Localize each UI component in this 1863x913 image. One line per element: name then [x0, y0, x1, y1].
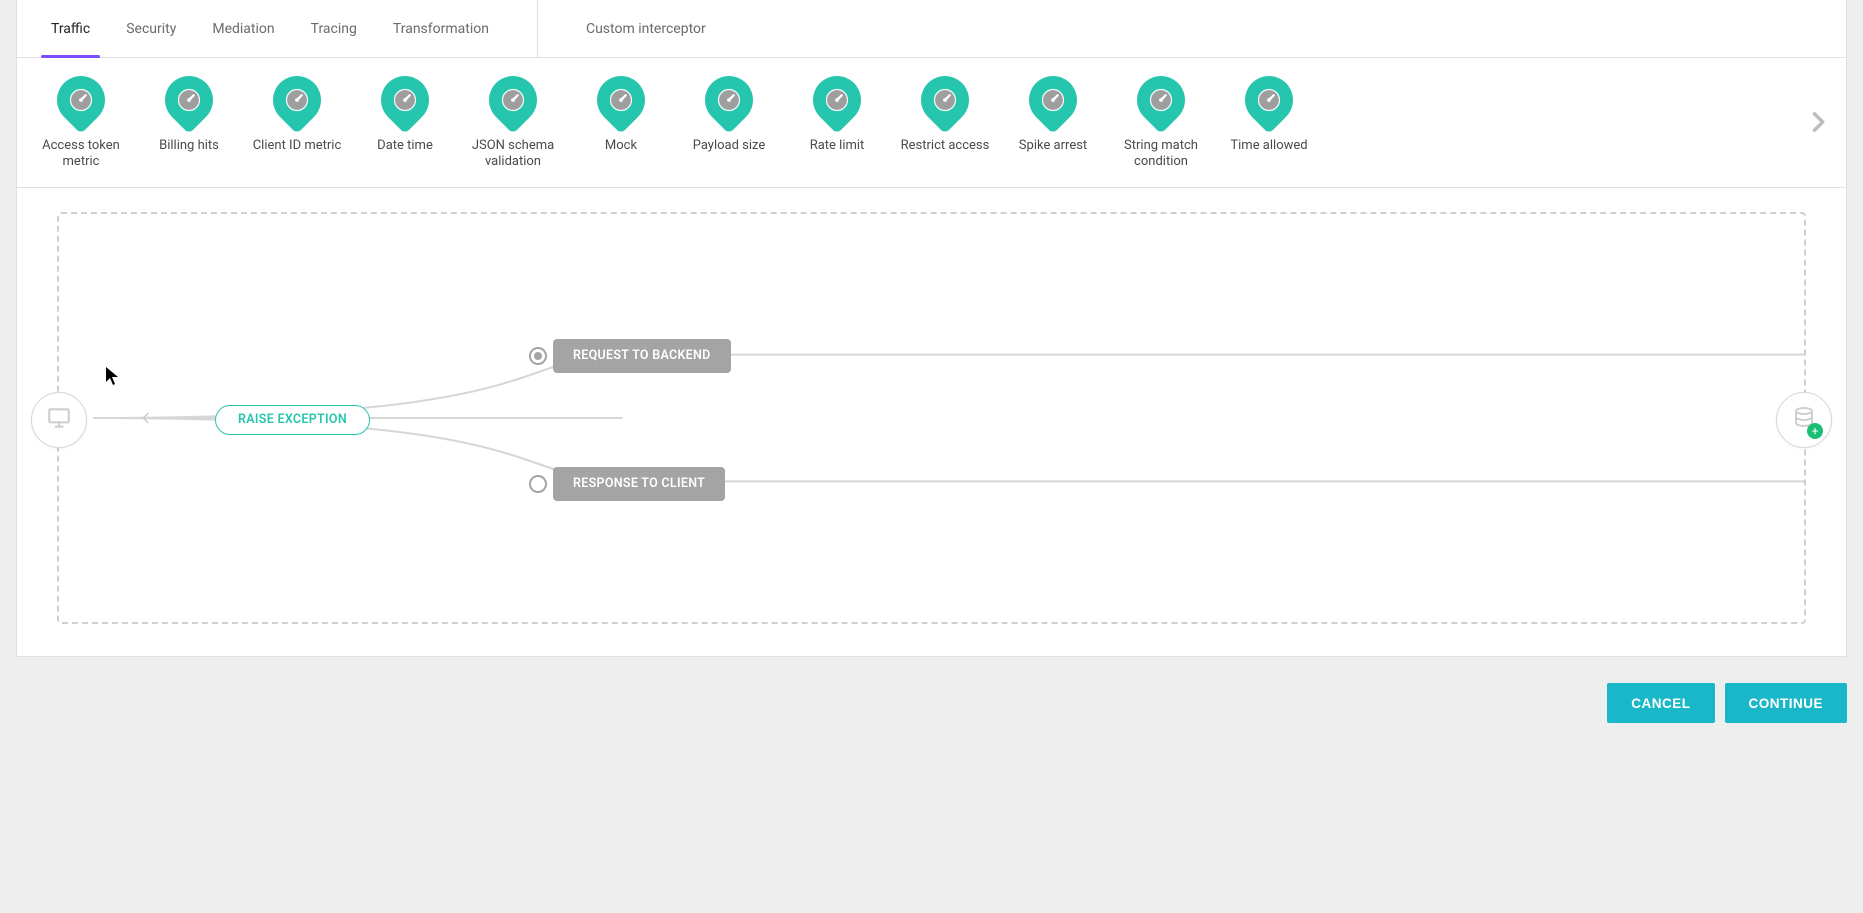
- policy-string-match-condition[interactable]: String match condition: [1107, 74, 1215, 171]
- tab-tracing[interactable]: Tracing: [293, 0, 375, 57]
- policy-rate-limit[interactable]: Rate limit: [783, 74, 891, 154]
- tab-transformation[interactable]: Transformation: [375, 0, 507, 57]
- client-node[interactable]: [31, 392, 87, 448]
- tabs-divider: [537, 0, 538, 57]
- gauge-icon: [155, 66, 223, 134]
- tab-label: Tracing: [311, 21, 357, 37]
- policy-label: Rate limit: [810, 138, 865, 154]
- response-lane-badge[interactable]: RESPONSE TO CLIENT: [553, 467, 725, 501]
- policy-label: Payload size: [693, 138, 766, 154]
- cursor-icon: [105, 366, 121, 386]
- gauge-icon: [47, 66, 115, 134]
- flow-canvas[interactable]: + REQUEST TO BACKEND RESPONSE TO CLIENT …: [57, 212, 1806, 624]
- tab-label: Mediation: [212, 21, 274, 37]
- policy-label: JSON schema validation: [461, 138, 565, 171]
- response-lane-radio[interactable]: [529, 475, 547, 493]
- monitor-icon: [46, 405, 72, 435]
- policy-label: Mock: [605, 138, 637, 154]
- gauge-icon: [695, 66, 763, 134]
- policy-billing-hits[interactable]: Billing hits: [135, 74, 243, 154]
- policy-access-token-metric[interactable]: Access token metric: [27, 74, 135, 171]
- chevron-right-icon[interactable]: [1800, 98, 1836, 146]
- gauge-icon: [1019, 66, 1087, 134]
- button-label: CONTINUE: [1749, 696, 1824, 711]
- request-lane-radio[interactable]: [529, 347, 547, 365]
- policy-payload-size[interactable]: Payload size: [675, 74, 783, 154]
- policy-mock[interactable]: Mock: [567, 74, 675, 154]
- plus-icon: +: [1807, 423, 1823, 439]
- policy-spike-arrest[interactable]: Spike arrest: [999, 74, 1107, 154]
- tab-label: Security: [126, 21, 176, 37]
- policy-client-id-metric[interactable]: Client ID metric: [243, 74, 351, 154]
- gauge-icon: [263, 66, 331, 134]
- policy-label: Client ID metric: [253, 138, 342, 154]
- gauge-icon: [587, 66, 655, 134]
- policy-time-allowed[interactable]: Time allowed: [1215, 74, 1323, 154]
- policy-label: String match condition: [1109, 138, 1213, 171]
- gauge-icon: [1127, 66, 1195, 134]
- tab-custom-interceptor[interactable]: Custom interceptor: [568, 0, 724, 57]
- footer-actions: CANCEL CONTINUE: [0, 657, 1863, 749]
- backend-node[interactable]: +: [1776, 392, 1832, 448]
- tab-label: Traffic: [51, 21, 90, 37]
- gauge-icon: [911, 66, 979, 134]
- policy-json-schema-validation[interactable]: JSON schema validation: [459, 74, 567, 171]
- policy-label: Billing hits: [159, 138, 219, 154]
- tab-traffic[interactable]: Traffic: [33, 0, 108, 57]
- raise-exception-pill[interactable]: RAISE EXCEPTION: [215, 405, 370, 435]
- policy-label: Spike arrest: [1019, 138, 1087, 154]
- policy-label: Time allowed: [1230, 138, 1307, 154]
- button-label: CANCEL: [1631, 696, 1690, 711]
- editor-panel: Traffic Security Mediation Tracing Trans…: [16, 0, 1847, 657]
- lane-label: REQUEST TO BACKEND: [573, 348, 711, 363]
- lane-label: RESPONSE TO CLIENT: [573, 476, 705, 491]
- arrow-left-icon: [137, 410, 155, 430]
- tab-label: Custom interceptor: [586, 21, 706, 37]
- policy-strip: Access token metric Billing hits Client …: [17, 58, 1846, 188]
- policy-date-time[interactable]: Date time: [351, 74, 459, 154]
- gauge-icon: [803, 66, 871, 134]
- cancel-button[interactable]: CANCEL: [1607, 683, 1714, 723]
- gauge-icon: [1235, 66, 1303, 134]
- tabs-bar: Traffic Security Mediation Tracing Trans…: [17, 0, 1846, 58]
- flow-wrap: + REQUEST TO BACKEND RESPONSE TO CLIENT …: [17, 188, 1846, 648]
- policy-label: Restrict access: [901, 138, 990, 154]
- tab-label: Transformation: [393, 21, 489, 37]
- tab-mediation[interactable]: Mediation: [194, 0, 292, 57]
- policy-label: Access token metric: [29, 138, 133, 171]
- gauge-icon: [479, 66, 547, 134]
- gauge-icon: [371, 66, 439, 134]
- continue-button[interactable]: CONTINUE: [1725, 683, 1848, 723]
- policy-restrict-access[interactable]: Restrict access: [891, 74, 999, 154]
- tab-security[interactable]: Security: [108, 0, 194, 57]
- policy-label: Date time: [377, 138, 433, 154]
- request-lane-badge[interactable]: REQUEST TO BACKEND: [553, 339, 731, 373]
- exception-label: RAISE EXCEPTION: [238, 412, 347, 427]
